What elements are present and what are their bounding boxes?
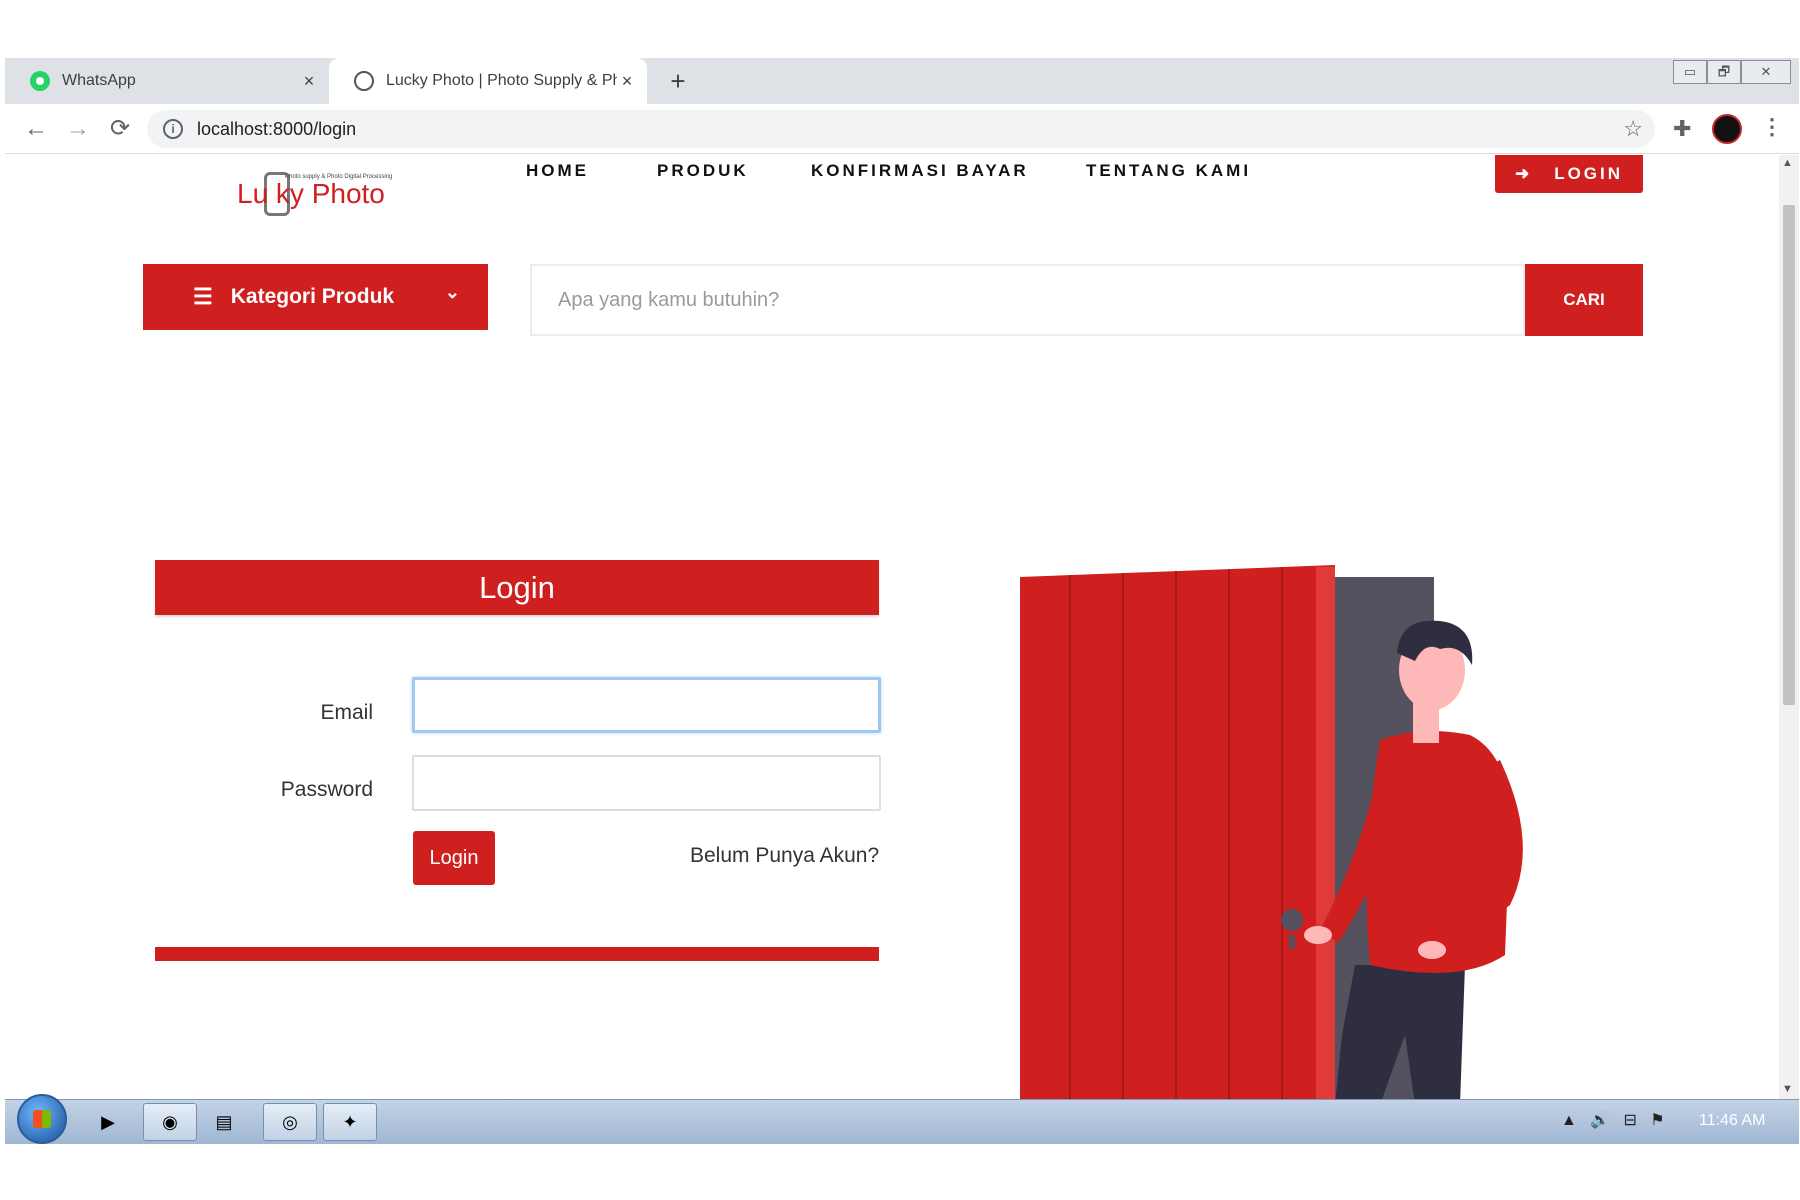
paint-taskbar-icon[interactable]: ✦ <box>323 1103 377 1141</box>
person-torso <box>1366 731 1510 973</box>
logo-text: Lu ky Photo <box>237 178 385 209</box>
tab-strip: WhatsApp × Lucky Photo | Photo Supply & … <box>5 58 1799 104</box>
chevron-down-icon: ⌄ <box>444 282 460 302</box>
password-label: Password <box>280 778 373 801</box>
minimize-button[interactable]: ▭ <box>1673 60 1707 84</box>
lucky-photo-icon <box>354 71 374 91</box>
network-icon[interactable]: ⊟ <box>1623 1112 1636 1129</box>
close-icon[interactable]: × <box>299 71 319 92</box>
register-link[interactable]: Belum Punya Akun? <box>690 844 879 868</box>
page-scrollbar[interactable]: ▲ ▼ <box>1779 155 1799 1099</box>
login-submit-button[interactable]: Login <box>413 831 495 885</box>
nav-konfirmasi-bayar[interactable]: KONFIRMASI BAYAR <box>811 161 1029 181</box>
sign-in-icon: ➜ <box>1514 164 1533 183</box>
nav-home[interactable]: HOME <box>526 161 589 181</box>
search-button[interactable]: CARI <box>1525 264 1643 336</box>
door-person-illustration <box>1020 565 1523 1099</box>
media-player-icon[interactable]: ▶ <box>89 1103 127 1141</box>
search-box <box>530 264 1525 336</box>
chrome-taskbar-icon[interactable]: ◉ <box>143 1103 197 1141</box>
site-logo[interactable]: Lu ky Photo Photo supply & Photo Digital… <box>237 160 397 220</box>
whatsapp-icon <box>30 71 50 91</box>
search-input[interactable] <box>558 288 1458 312</box>
folder-icon[interactable]: ▤ <box>205 1103 243 1141</box>
login-card-footer <box>155 947 879 961</box>
login-card-title: Login <box>155 560 879 615</box>
email-label: Email <box>320 701 373 724</box>
start-button[interactable] <box>17 1094 67 1144</box>
page-viewport: Lu ky Photo Photo supply & Photo Digital… <box>5 155 1779 1099</box>
header-login-button[interactable]: ➜ LOGIN <box>1495 155 1643 193</box>
extensions-puzzle-icon[interactable]: ✚ <box>1673 116 1691 142</box>
profile-avatar[interactable] <box>1712 114 1742 144</box>
app-taskbar-icon[interactable]: ◎ <box>263 1103 317 1141</box>
category-label: Kategori Produk <box>230 285 395 308</box>
tab-title: Lucky Photo | Photo Supply & Ph <box>386 72 617 89</box>
browser-toolbar: ← → ⟳ i localhost:8000/login ☆ ✚ ⋮ <box>5 104 1799 154</box>
tray-expand-icon[interactable]: ▲ <box>1561 1112 1577 1129</box>
volume-icon[interactable]: 🔊 <box>1590 1112 1610 1129</box>
url-text: localhost:8000/login <box>197 118 357 139</box>
nav-tentang-kami[interactable]: TENTANG KAMI <box>1086 161 1251 181</box>
scroll-down-arrow-icon[interactable]: ▼ <box>1782 1083 1793 1095</box>
action-center-icon[interactable]: ⚑ <box>1650 1112 1664 1129</box>
taskbar-clock[interactable]: 11:46 AM <box>1699 1112 1765 1130</box>
tab-whatsapp[interactable]: WhatsApp × <box>5 58 329 104</box>
password-field[interactable] <box>412 755 881 811</box>
category-dropdown-button[interactable]: ☰ Kategori Produk ⌄ <box>143 264 488 330</box>
new-tab-button[interactable]: + <box>663 66 693 96</box>
logo-tagline: Photo supply & Photo Digital Processing <box>285 174 393 180</box>
info-icon[interactable]: i <box>163 119 183 139</box>
back-arrow-icon[interactable]: ← <box>21 114 51 144</box>
bookmark-star-icon[interactable]: ☆ <box>1623 116 1643 142</box>
address-bar[interactable]: i localhost:8000/login ☆ <box>147 110 1655 148</box>
close-window-button[interactable]: ✕ <box>1741 60 1791 84</box>
system-tray: ▲ 🔊 ⊟ ⚑ <box>1561 1110 1665 1130</box>
tab-title: WhatsApp <box>62 72 136 89</box>
email-field[interactable] <box>412 677 881 733</box>
screen: WhatsApp × Lucky Photo | Photo Supply & … <box>5 58 1799 1144</box>
door-panel <box>1020 565 1335 1099</box>
scroll-thumb[interactable] <box>1783 205 1795 705</box>
door-knob <box>1281 909 1303 931</box>
reload-icon[interactable]: ⟳ <box>105 114 135 144</box>
close-icon[interactable]: × <box>617 71 637 92</box>
tab-lucky-photo[interactable]: Lucky Photo | Photo Supply & Ph × <box>329 58 647 104</box>
hamburger-icon: ☰ <box>193 284 213 309</box>
scroll-up-arrow-icon[interactable]: ▲ <box>1782 157 1793 169</box>
header-login-label: LOGIN <box>1554 164 1624 183</box>
forward-arrow-icon[interactable]: → <box>63 114 93 144</box>
windows-taskbar: ▶ ◉ ▤ ◎ ✦ ▲ 🔊 ⊟ ⚑ 11:46 AM <box>5 1094 1799 1144</box>
restore-button[interactable]: 🗗 <box>1707 60 1741 84</box>
nav-produk[interactable]: PRODUK <box>657 161 749 181</box>
kebab-menu-icon[interactable]: ⋮ <box>1761 114 1783 140</box>
